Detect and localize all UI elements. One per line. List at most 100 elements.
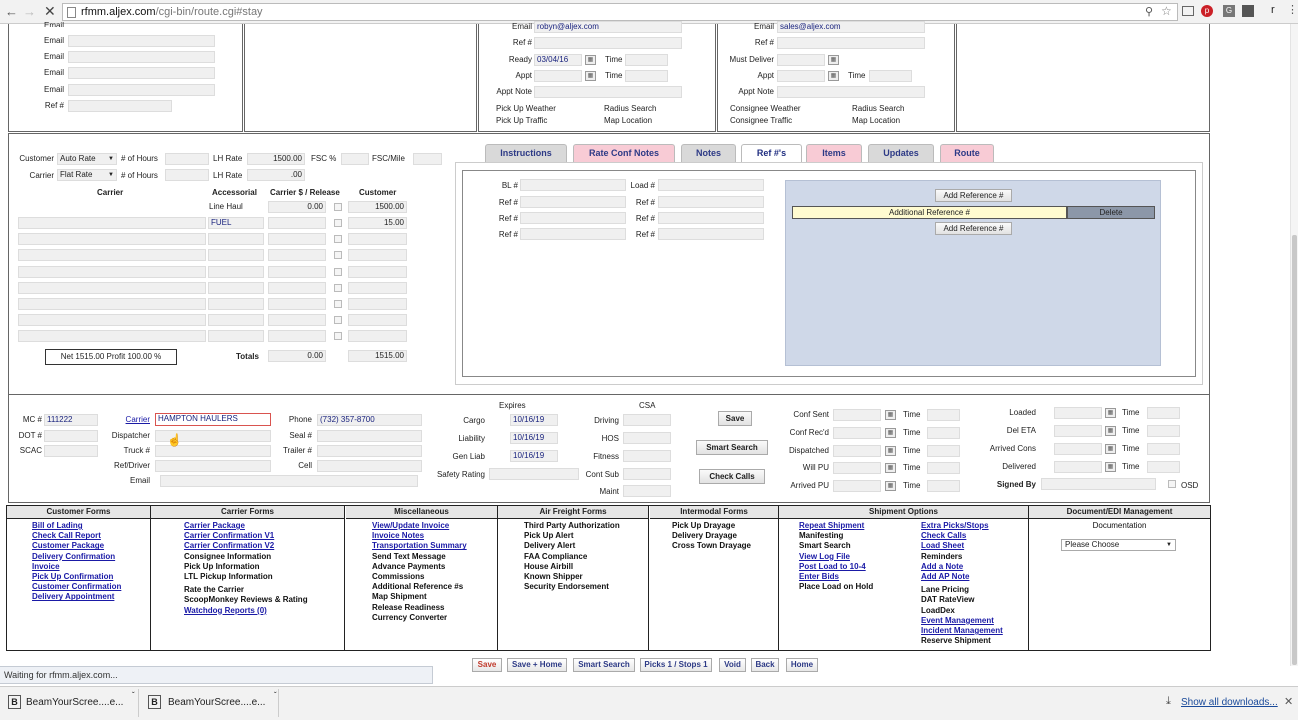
calendar-icon[interactable]: ▦ [828,55,839,65]
accessorial-field[interactable] [208,266,264,278]
release-field[interactable] [268,282,326,294]
accessorial-field[interactable] [208,233,264,245]
release-field[interactable] [268,266,326,278]
shipper-radius-link[interactable]: Radius Search [604,104,656,114]
hours-field-2[interactable] [165,169,209,181]
extension-r-icon[interactable]: r [1271,4,1275,16]
accessorial-field[interactable] [208,298,264,310]
tab-ref-s[interactable]: Ref #'s [741,144,802,163]
lh-rate-customer[interactable]: 1500.00 [247,153,305,165]
calendar-icon[interactable]: ▦ [585,55,596,65]
status-conf-recd-date[interactable] [833,427,881,439]
bottom-save-button[interactable]: Save [472,658,502,672]
chevron-down-icon[interactable]: ˇ [274,691,277,700]
release-field[interactable] [268,298,326,310]
bottom-void-button[interactable]: Void [719,658,746,672]
status-del-eta-time[interactable] [1147,425,1180,437]
bottom-back-button[interactable]: Back [751,658,779,672]
seal-field[interactable] [317,430,422,442]
calendar-icon[interactable]: ▦ [1105,426,1116,436]
status-conf-sent-time[interactable] [927,409,960,421]
customer-amount-field[interactable] [348,282,407,294]
customer-amount-field[interactable] [348,298,407,310]
form-link[interactable]: Add a Note [921,562,1003,572]
carrier-row-field[interactable] [18,266,206,278]
consignee-appt-field[interactable] [777,70,825,82]
fsc-mile-field[interactable] [413,153,442,165]
carrier-email-field[interactable] [160,475,418,487]
calendar-icon[interactable]: ▦ [1105,444,1116,454]
line-haul-customer[interactable]: 1500.00 [348,201,407,213]
form-link[interactable]: Bill of Lading [32,521,150,531]
consignee-ref-field[interactable] [777,37,925,49]
customer-rate-select[interactable]: Auto Rate ▼ [57,153,117,165]
status-delivered-date[interactable] [1054,461,1102,473]
form-link[interactable]: Delivery Confirmation [32,552,150,562]
form-link[interactable]: Invoice [32,562,150,572]
release-field[interactable] [268,330,326,342]
bottom-save-home-button[interactable]: Save + Home [507,658,567,672]
shipper-appt-field[interactable] [534,70,582,82]
carrier-row-field[interactable] [18,249,206,261]
shipper-appt-note-field[interactable] [534,86,682,98]
form-link[interactable]: Carrier Confirmation V2 [184,541,344,551]
phone-field[interactable]: (732) 357-8700 [317,414,422,426]
consignee-map-link[interactable]: Map Location [852,116,900,126]
release-field[interactable] [268,314,326,326]
form-link[interactable]: Event Management [921,616,1003,626]
email-field-4[interactable] [68,84,215,96]
form-link[interactable]: Incident Management [921,626,1003,636]
delete-reference-header[interactable]: Delete [1067,206,1155,219]
forward-icon[interactable]: → [23,4,36,19]
document-select[interactable]: Please Choose ▼ [1061,539,1176,551]
download-item-2[interactable]: B BeamYourScree....e... ˇ [144,689,279,717]
customer-amount-field[interactable]: 15.00 [348,217,407,229]
calendar-icon[interactable]: ▦ [828,71,839,81]
cargo-expires[interactable]: 10/16/19 [510,414,558,426]
form-link[interactable]: Check Calls [921,531,1003,541]
shipper-email-field[interactable]: robyn@aljex.com [534,21,682,33]
shipper-ready-field[interactable]: 03/04/16 [534,54,582,66]
carrier-row-field[interactable] [18,314,206,326]
osd-checkbox[interactable] [1168,480,1176,488]
status-conf-recd-time[interactable] [927,427,960,439]
signed-by-field[interactable] [1041,478,1156,490]
form-link[interactable]: Repeat Shipment [799,521,873,531]
line-haul-carrier[interactable]: 0.00 [268,201,326,213]
accessorial-field[interactable] [208,314,264,326]
tab-notes[interactable]: Notes [681,144,736,162]
shipper-time-field[interactable] [625,54,668,66]
genliab-expires[interactable]: 10/16/19 [510,450,558,462]
must-deliver-field[interactable] [777,54,825,66]
email-field-2[interactable] [68,51,215,63]
release-checkbox[interactable] [334,235,342,243]
customer-amount-field[interactable] [348,266,407,278]
zoom-icon[interactable]: ⚲ [1145,5,1153,18]
extension-g-icon[interactable]: G [1223,5,1235,17]
form-link[interactable]: Extra Picks/Stops [921,521,1003,531]
email-field-1[interactable] [68,35,215,47]
lh-rate-carrier[interactable]: .00 [247,169,305,181]
form-link[interactable]: Post Load to 10-4 [799,562,873,572]
status-delivered-time[interactable] [1147,461,1180,473]
scrollbar-thumb[interactable] [1292,235,1297,665]
form-link[interactable]: Customer Confirmation [32,582,150,592]
calendar-icon[interactable]: ▦ [885,463,896,473]
form-link[interactable]: Carrier Confirmation V1 [184,531,344,541]
add-reference-button-bottom[interactable]: Add Reference # [935,222,1012,235]
form-link[interactable]: Invoice Notes [372,531,497,541]
bl-field[interactable] [520,179,626,191]
consignee-time-field[interactable] [869,70,912,82]
ref-field[interactable] [658,196,764,208]
form-link[interactable]: Transportation Summary [372,541,497,551]
refdriver-field[interactable] [155,460,271,472]
customer-amount-field[interactable] [348,330,407,342]
cast-icon[interactable] [1182,6,1194,16]
tab-updates[interactable]: Updates [868,144,934,162]
status-arrived-cons-date[interactable] [1054,443,1102,455]
calendar-icon[interactable]: ▦ [1105,462,1116,472]
status-arrived-pu-time[interactable] [927,480,960,492]
carrier-row-field[interactable] [18,282,206,294]
tab-instructions[interactable]: Instructions [485,144,567,162]
accessorial-field[interactable] [208,330,264,342]
